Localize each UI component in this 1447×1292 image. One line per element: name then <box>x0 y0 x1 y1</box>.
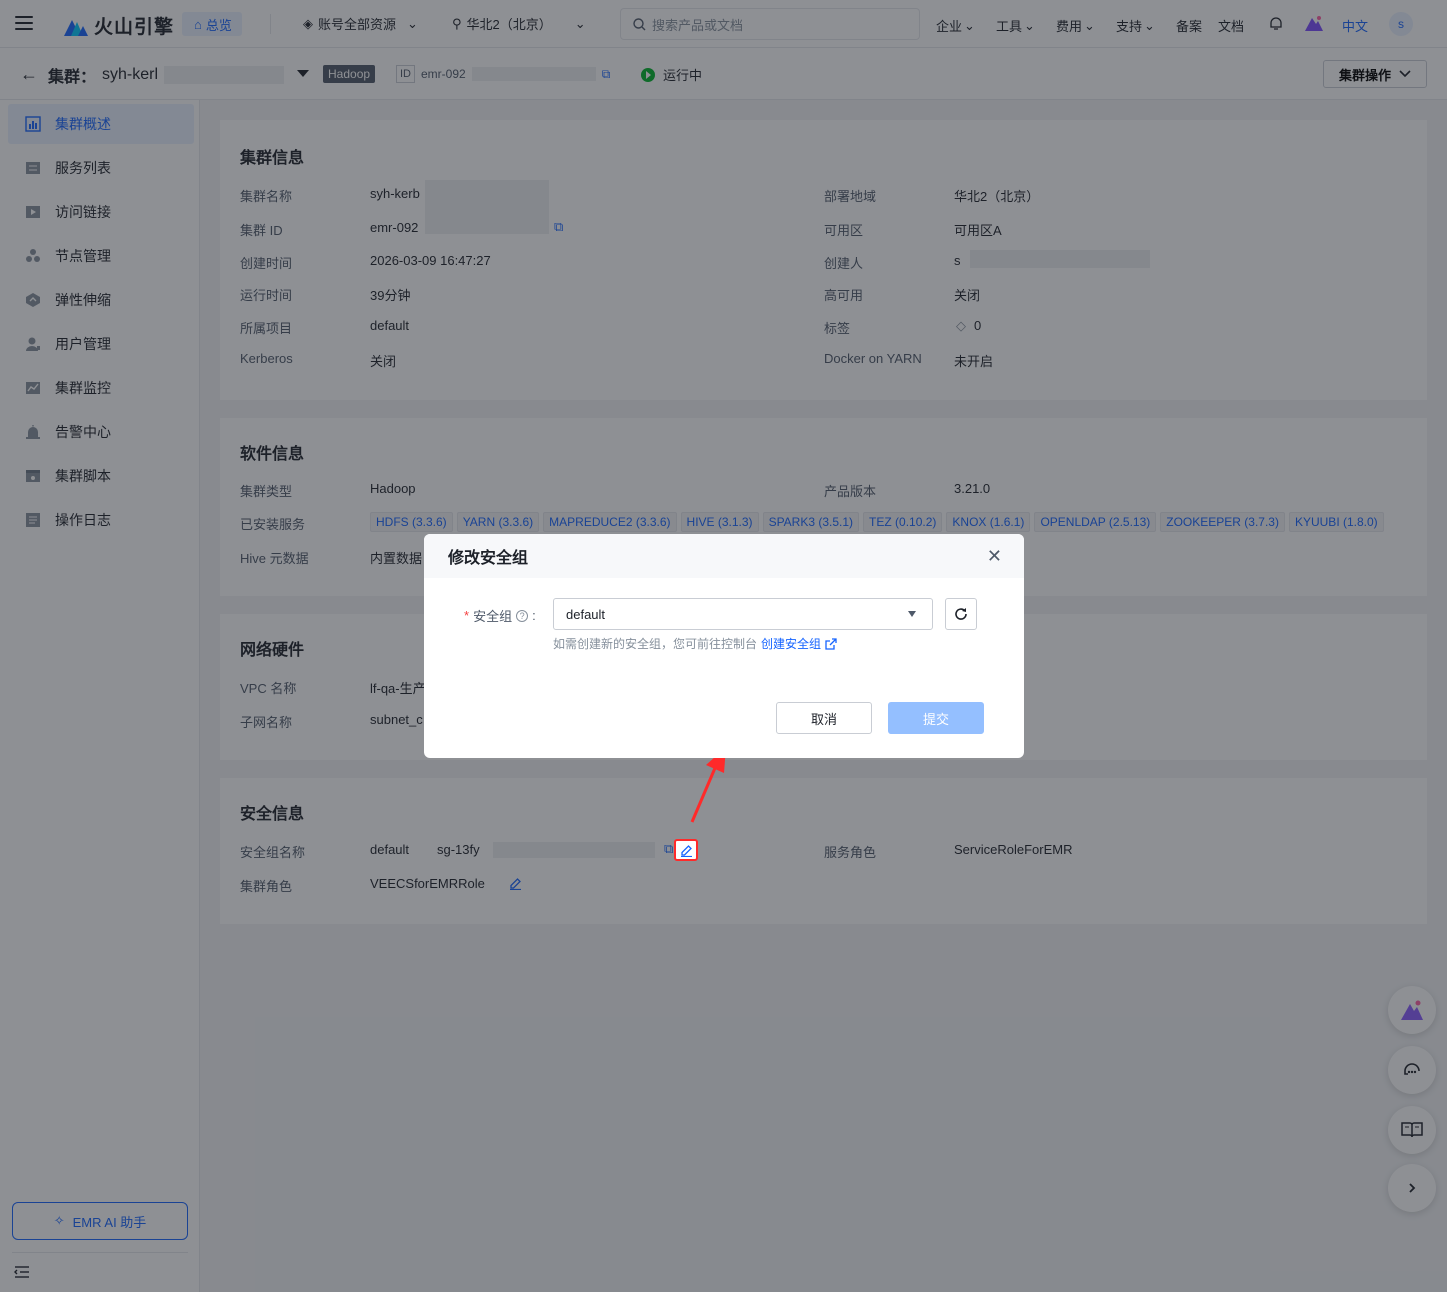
select-value: default <box>566 606 606 622</box>
hint-text: 如需创建新的安全组，您可前往控制台 <box>553 637 758 651</box>
external-link-icon[interactable] <box>825 637 837 650</box>
create-security-group-link[interactable]: 创建安全组 <box>761 635 821 652</box>
cancel-button[interactable]: 取消 <box>776 702 872 734</box>
edit-security-group-modal: 修改安全组 ✕ * 安全组 ? : default 如需创建新的安全组，您可前往… <box>424 534 1024 758</box>
refresh-icon <box>955 608 967 620</box>
edit-icon <box>680 844 692 857</box>
required-mark: * <box>464 608 470 623</box>
submit-button[interactable]: 提交 <box>888 702 984 734</box>
highlighted-edit-security-group[interactable] <box>674 839 698 861</box>
help-icon[interactable]: ? <box>516 609 529 622</box>
create-hint: 如需创建新的安全组，您可前往控制台 创建安全组 <box>553 635 837 652</box>
modal-header: 修改安全组 ✕ <box>424 534 1024 578</box>
close-icon[interactable]: ✕ <box>987 546 1002 567</box>
modal-title: 修改安全组 <box>448 550 529 567</box>
refresh-button[interactable] <box>945 598 977 630</box>
security-group-label: * 安全组 ? : <box>464 606 536 625</box>
label-colon: : <box>532 608 536 623</box>
field-label: 安全组 <box>473 609 513 624</box>
caret-down-icon <box>908 611 916 617</box>
security-group-select[interactable]: default <box>553 598 933 630</box>
